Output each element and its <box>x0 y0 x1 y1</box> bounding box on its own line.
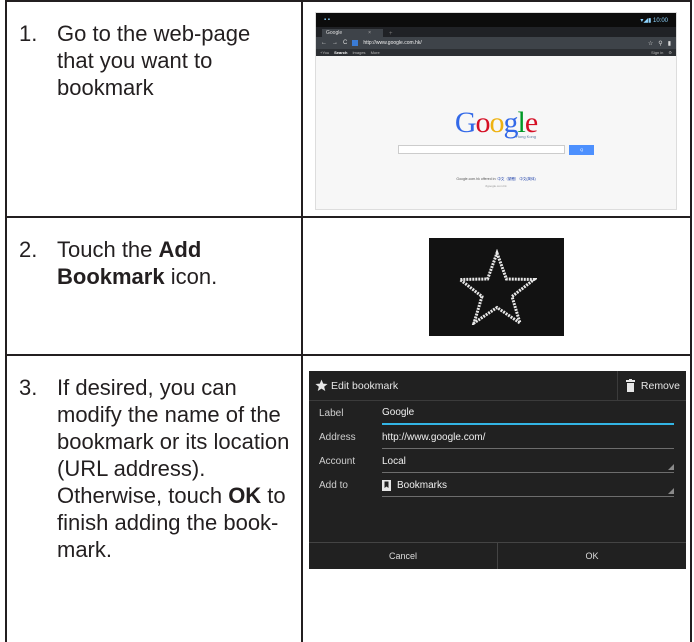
step-row-3: 3. If desired, you can modify the name o… <box>5 354 692 642</box>
reload-icon[interactable]: C <box>343 40 347 46</box>
nav-item[interactable]: +You <box>320 50 329 55</box>
status-bar: ▪ ▪ ▾◢▮ 10:00 <box>316 13 676 27</box>
search-icon[interactable]: ⚲ <box>658 40 662 47</box>
trash-icon <box>625 379 635 392</box>
browser-screenshot: ▪ ▪ ▾◢▮ 10:00 Google × + ← → C http://www… <box>315 12 677 210</box>
url-bar: ← → C http://www.google.com.hk/ ☆ ⚲ ▮ <box>316 37 676 49</box>
step-image-cell <box>301 216 692 356</box>
step-row-1: 1. Go to the web-page that you want to b… <box>5 0 692 218</box>
field-label: Address <box>319 432 356 443</box>
field-label: Label <box>319 408 344 419</box>
add-to-select[interactable]: Bookmarks <box>382 474 674 497</box>
logo-letter: o <box>489 106 505 139</box>
dialog-title: Edit bookmark <box>331 379 399 392</box>
step-text-part: icon. <box>164 264 218 289</box>
nav-item[interactable]: Images <box>352 50 365 55</box>
browser-tab[interactable]: Google × <box>322 29 384 37</box>
add-bookmark-star-image <box>429 238 564 336</box>
favicon-icon <box>352 40 359 46</box>
language-links[interactable]: 中文（繁體） 中文(简体) <box>497 177 535 181</box>
field-label: Account <box>319 456 356 467</box>
add-to-row: Add to Bookmarks <box>309 473 686 497</box>
dialog-header: Edit bookmark Remove <box>309 371 686 401</box>
menu-icon[interactable]: ▮ <box>668 40 671 47</box>
forward-icon[interactable]: → <box>332 40 338 46</box>
step-text-cell: 2. Touch the Add Bookmark icon. <box>5 216 303 356</box>
domain-text: #google.com.hk <box>485 184 507 188</box>
nav-item[interactable]: Search <box>334 50 347 55</box>
back-icon[interactable]: ← <box>321 40 327 46</box>
offered-label: Google.com.hk offered in: <box>456 177 497 181</box>
url-field[interactable]: http://www.google.com.hk/ <box>363 40 643 46</box>
logo-letter: G <box>454 106 477 139</box>
bookmark-folder-icon <box>382 479 391 491</box>
google-nav-bar: +You Search Images More Sign in ⚙ <box>316 49 676 56</box>
new-tab-icon[interactable]: + <box>389 31 393 37</box>
step-number: 3. <box>19 375 38 400</box>
search-input[interactable] <box>398 145 566 154</box>
search-button[interactable]: Q <box>569 145 594 155</box>
logo-letter: o <box>475 106 491 139</box>
nav-item[interactable]: More <box>371 50 380 55</box>
star-icon <box>315 379 328 392</box>
step-image-cell: Edit bookmark Remove Label Google Addres… <box>301 354 692 642</box>
step-2: 2. Touch the Add Bookmark icon. <box>7 218 301 290</box>
remove-label: Remove <box>640 379 680 392</box>
star-icon[interactable]: ☆ <box>648 40 653 47</box>
gear-icon[interactable]: ⚙ <box>668 50 672 55</box>
tab-strip: Google × + <box>316 27 676 37</box>
step-text-cell: 1. Go to the web-page that you want to b… <box>5 0 303 218</box>
cancel-button[interactable]: Cancel <box>309 543 498 569</box>
ok-button[interactable]: OK <box>498 543 686 569</box>
step-1: 1. Go to the web-page that you want to b… <box>7 2 301 101</box>
add-to-value: Bookmarks <box>397 479 448 491</box>
dialog-footer: Cancel OK <box>309 542 686 569</box>
tab-close-icon[interactable]: × <box>368 30 371 36</box>
remove-button[interactable]: Remove <box>616 371 680 400</box>
google-search-box: Q <box>398 145 594 155</box>
step-number: 1. <box>19 21 38 46</box>
offered-in-text: Google.com.hk offered in: 中文（繁體） 中文(简体) <box>316 177 676 182</box>
step-3: 3. If desired, you can modify the name o… <box>7 356 301 563</box>
label-row: Label Google <box>309 401 686 425</box>
ok-label: OK <box>228 483 262 508</box>
step-text-part: Touch the <box>57 237 159 262</box>
step-row-2: 2. Touch the Add Bookmark icon. <box>5 216 692 356</box>
label-input[interactable]: Google <box>382 401 674 425</box>
step-text: If desired, you can modify the name of t… <box>57 374 291 563</box>
account-row: Account Local <box>309 449 686 473</box>
star-icon <box>456 249 537 325</box>
google-page: Google Hong Kong Q Google.com.hk offered… <box>316 56 676 209</box>
account-select[interactable]: Local <box>382 450 674 473</box>
step-text: Go to the web-page that you want to book… <box>57 21 251 100</box>
step-text: Touch the Add Bookmark icon. <box>57 236 291 290</box>
logo-subtitle: Hong Kong <box>515 134 536 139</box>
steps-table: 1. Go to the web-page that you want to b… <box>5 0 692 642</box>
step-text-cell: 3. If desired, you can modify the name o… <box>5 354 303 642</box>
step-image-cell: ▪ ▪ ▾◢▮ 10:00 Google × + ← → C http://www… <box>301 0 692 218</box>
address-row: Address http://www.google.com/ <box>309 425 686 449</box>
step-number: 2. <box>19 237 38 262</box>
sign-in-link[interactable]: Sign in <box>651 50 663 55</box>
edit-bookmark-dialog: Edit bookmark Remove Label Google Addres… <box>309 371 686 569</box>
address-input[interactable]: http://www.google.com/ <box>382 426 674 449</box>
field-label: Add to <box>319 480 348 491</box>
tab-title: Google <box>326 30 343 36</box>
